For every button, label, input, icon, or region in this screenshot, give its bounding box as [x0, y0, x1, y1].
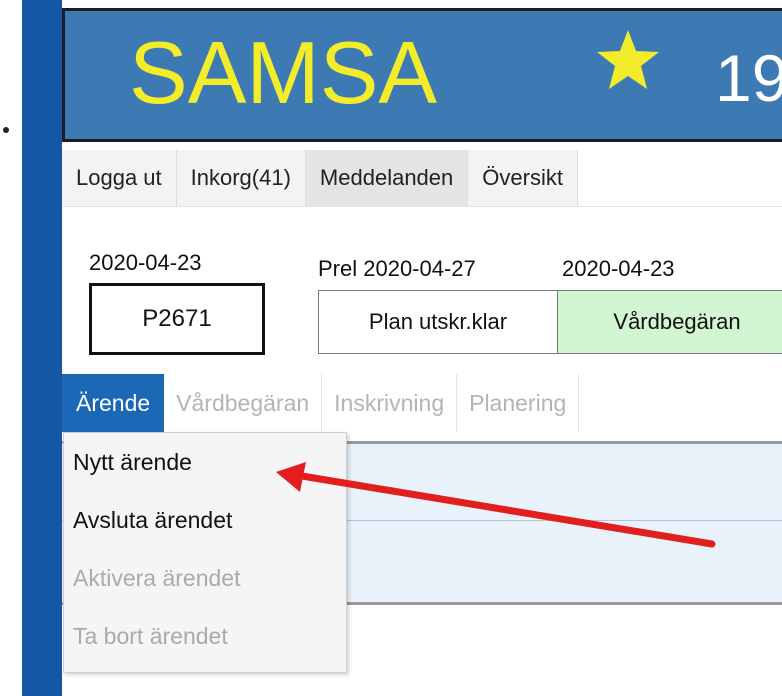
menu-item-nytt-arende[interactable]: Nytt ärende [64, 433, 346, 491]
tab-arende[interactable]: Ärende [62, 374, 165, 432]
status-vardbegaran[interactable]: Vårdbegäran [557, 290, 782, 354]
samsa-app: SAMSA 19 Logga ut Inkorg(41) Meddelanden… [62, 0, 782, 696]
status-date-prel: Prel 2020-04-27 [318, 256, 476, 281]
case-date: 2020-04-23 [89, 250, 202, 275]
menu-item-aktivera-arendet: Aktivera ärendet [73, 565, 241, 591]
status-plan-utskr[interactable]: Plan utskr.klar [318, 290, 558, 354]
tab-planering[interactable]: Planering [457, 374, 580, 432]
bullet-dot [3, 127, 9, 133]
header-number: 19 [715, 41, 782, 115]
tab-inskrivning[interactable]: Inskrivning [322, 374, 458, 432]
nav-logout[interactable]: Logga ut [62, 150, 177, 206]
nav-messages[interactable]: Meddelanden [305, 150, 469, 206]
case-id-box[interactable]: P2671 [89, 283, 265, 355]
left-window-strip [22, 0, 62, 696]
top-nav: Logga ut Inkorg(41) Meddelanden Översikt [62, 150, 782, 207]
case-tabs: Ärende Vårdbegäran Inskrivning Planering [62, 374, 782, 432]
menu-item-avsluta-arendet[interactable]: Avsluta ärendet [64, 491, 346, 549]
arende-dropdown-menu: Nytt ärende Avsluta ärendet Aktivera äre… [63, 432, 347, 673]
app-title: SAMSA [129, 23, 438, 122]
tab-vardbegaran[interactable]: Vårdbegäran [164, 374, 323, 432]
app-header: SAMSA 19 [62, 8, 782, 142]
star-icon [597, 30, 659, 89]
status-date: 2020-04-23 [562, 256, 675, 281]
nav-overview[interactable]: Översikt [468, 150, 578, 206]
menu-item-ta-bort-arendet: Ta bort ärendet [73, 623, 228, 649]
nav-inbox[interactable]: Inkorg(41) [176, 150, 306, 206]
